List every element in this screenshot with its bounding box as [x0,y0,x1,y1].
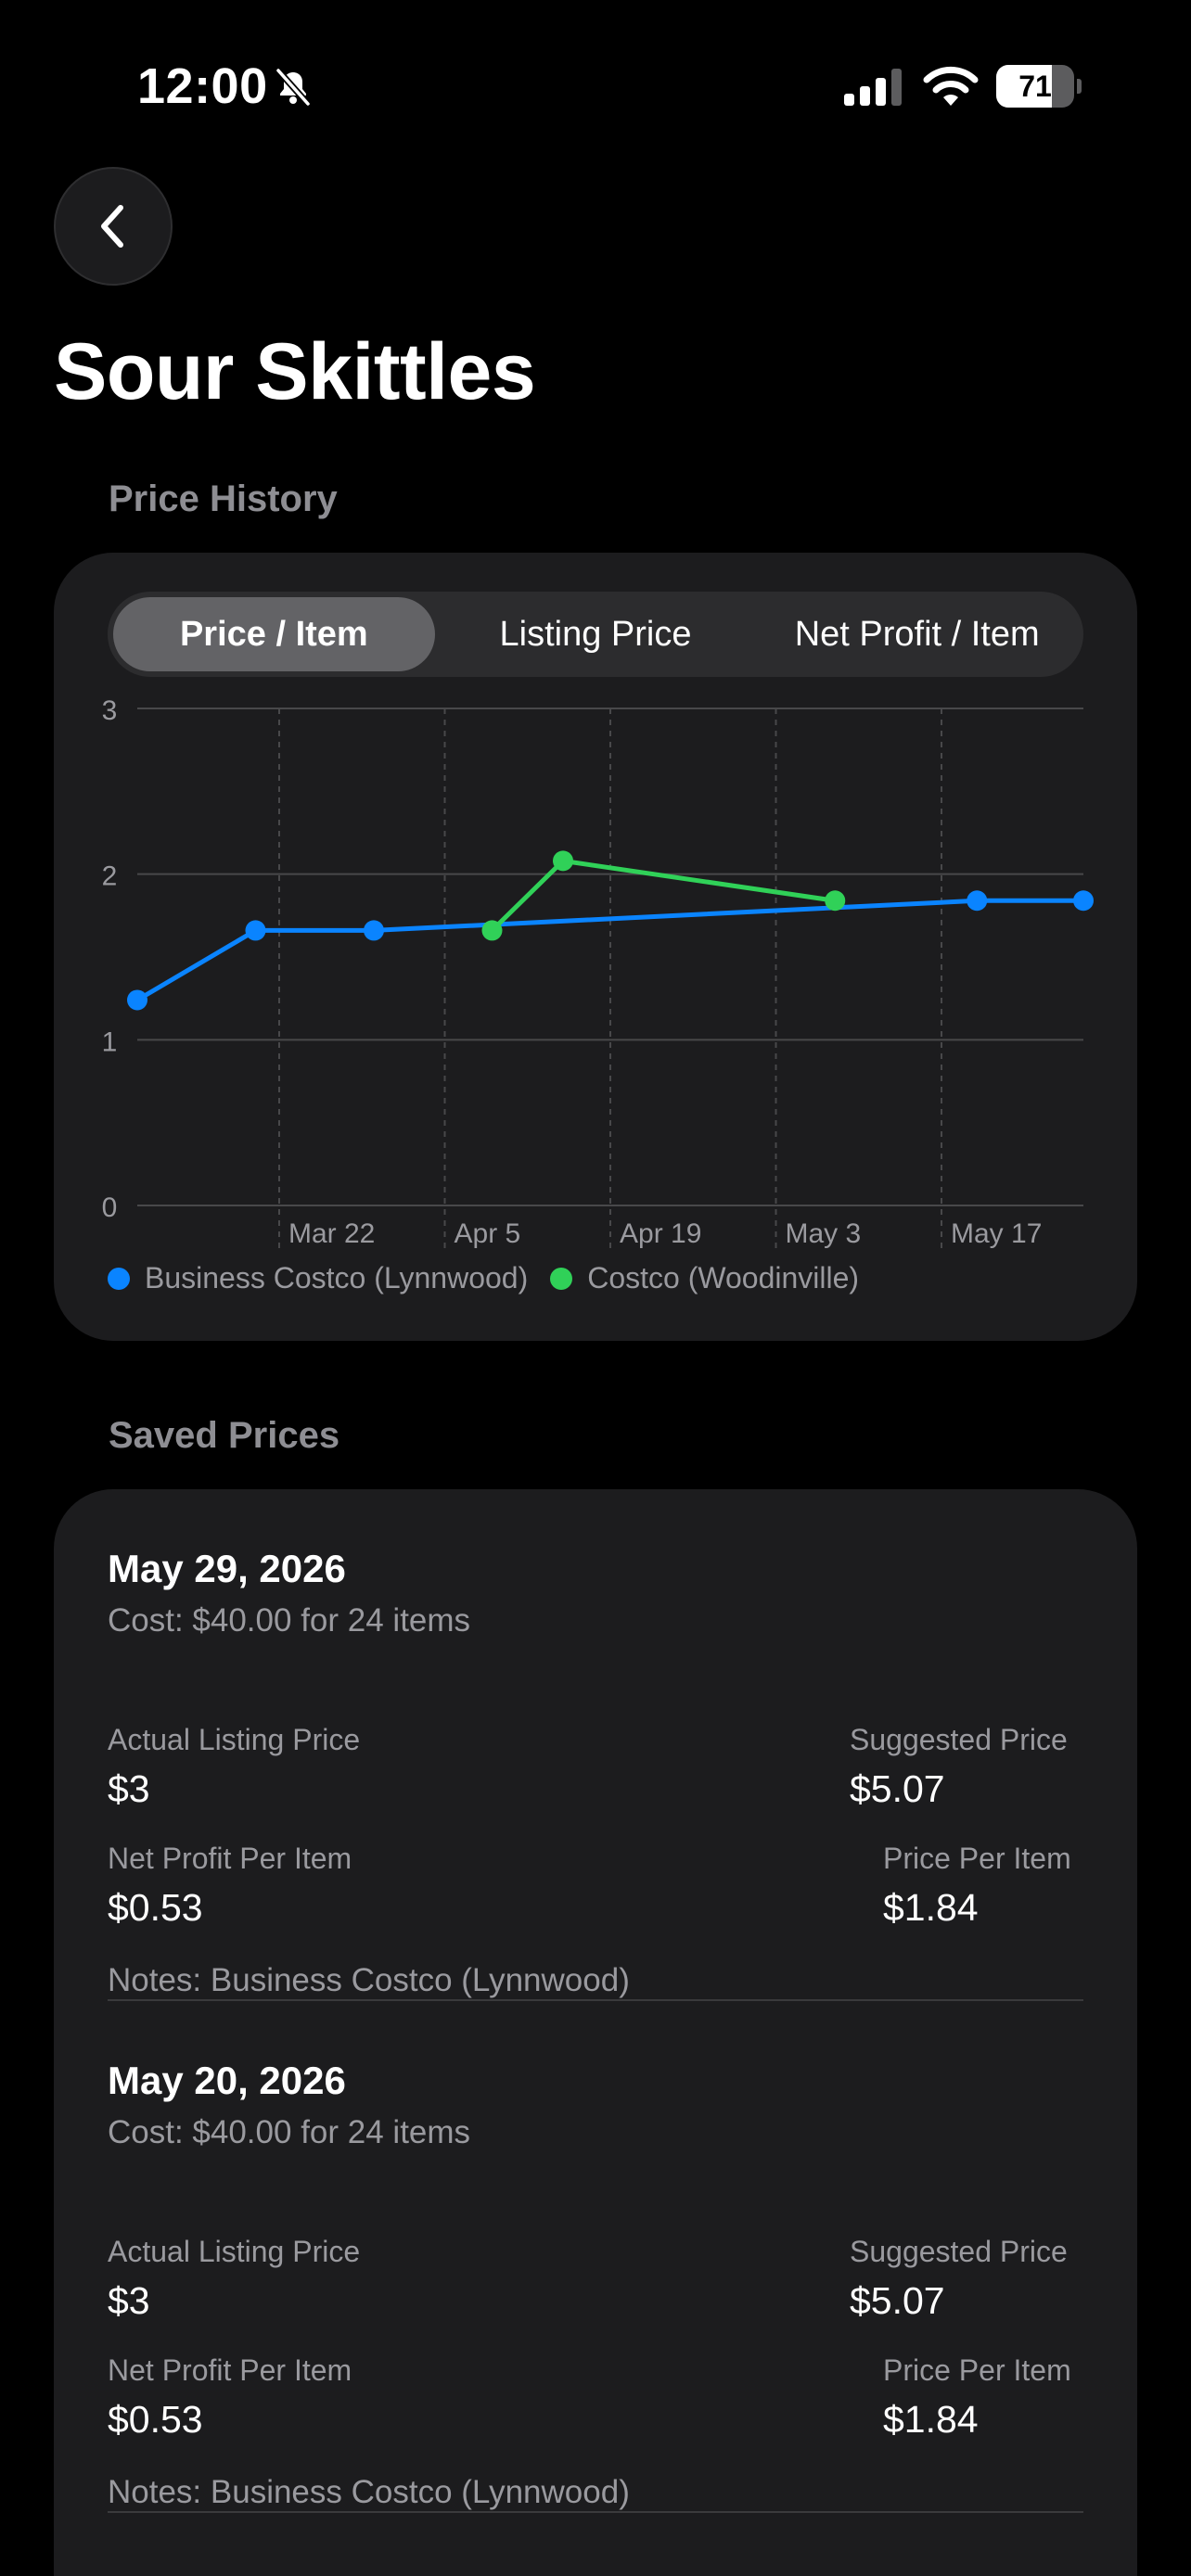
y-tick-label: 2 [102,861,118,892]
cellular-signal-icon [844,69,902,106]
suggested-price-value: $5.07 [850,2279,945,2322]
net-profit-label: Net Profit Per Item [108,2353,352,2387]
data-point [364,920,384,941]
actual-listing-price-label: Actual Listing Price [108,1723,361,1756]
data-point [245,920,266,941]
series-line-0 [134,898,1086,1002]
price-per-item-label: Price Per Item [883,2353,1071,2387]
entry-divider [108,2511,1083,2513]
entry-date: May 20, 2026 [108,2059,346,2102]
data-point [967,890,988,912]
price-history-card: Price / Item Listing Price Net Profit / … [54,553,1137,1341]
x-tick-label: May 3 [786,1218,862,1249]
x-tick-label: Apr 5 [455,1218,521,1249]
actual-listing-price-label: Actual Listing Price [108,2235,361,2268]
actual-listing-price-value: $3 [108,1767,150,1810]
wifi-icon [923,66,979,106]
y-tick-label: 1 [102,1027,118,1057]
legend-dot-green [550,1267,573,1290]
legend-item-woodinville: Costco (Woodinville) [550,1261,859,1295]
status-time: 12:00 [137,58,268,114]
entry-cost: Cost: $40.00 for 24 items [108,2114,471,2150]
saved-price-entry[interactable]: May 29, 2026 Cost: $40.00 for 24 items A… [108,1547,1083,2010]
battery-percentage: 71 [1018,70,1052,103]
net-profit-value: $0.53 [108,2398,203,2441]
battery-body: 71 [996,65,1074,108]
back-button[interactable] [54,167,173,286]
data-point [127,989,147,1011]
suggested-price-label: Suggested Price [850,2235,1068,2268]
screen: 12:00 71 Sour Skittles Price History Pri… [0,0,1191,2576]
chart-legend: Business Costco (Lynnwood) Costco (Woodi… [108,1261,881,1295]
price-history-chart: 0 1 2 3 Mar 22 Apr 5 Apr 19 May 3 May 17 [102,695,1094,1252]
price-per-item-label: Price Per Item [883,1842,1071,1875]
legend-dot-blue [108,1267,130,1290]
x-tick-label: Apr 19 [620,1218,701,1249]
saved-prices-label: Saved Prices [109,1415,340,1456]
data-point [481,920,503,941]
chevron-left-icon [101,205,123,248]
legend-item-lynnwood: Business Costco (Lynnwood) [108,1261,528,1295]
y-tick-label: 0 [102,1192,118,1223]
x-tick-label: Mar 22 [288,1218,375,1249]
data-point [553,850,573,872]
saved-prices-card: May 29, 2026 Cost: $40.00 for 24 items A… [54,1489,1137,2576]
entry-divider [108,1999,1083,2001]
net-profit-value: $0.53 [108,1886,203,1929]
battery-nub [1077,79,1082,94]
suggested-price-label: Suggested Price [850,1723,1068,1756]
entry-notes: Notes: Business Costco (Lynnwood) [108,1962,630,1998]
suggested-price-value: $5.07 [850,1767,945,1810]
y-tick-label: 3 [102,695,118,726]
x-tick-label: May 17 [951,1218,1042,1249]
page-title: Sour Skittles [54,327,536,416]
price-per-item-value: $1.84 [883,2398,979,2441]
entry-date: May 29, 2026 [108,1547,346,1590]
legend-label-woodinville: Costco (Woodinville) [587,1261,860,1294]
battery-icon: 71 [996,65,1082,108]
status-bar: 12:00 71 [0,0,1191,167]
bell-slash-icon [275,68,311,107]
price-per-item-value: $1.84 [883,1886,979,1929]
price-history-label: Price History [109,478,338,519]
saved-price-entry[interactable]: May 20, 2026 Cost: $40.00 for 24 items A… [108,2059,1083,2522]
entry-notes: Notes: Business Costco (Lynnwood) [108,2474,630,2510]
data-point [825,890,846,912]
legend-label-lynnwood: Business Costco (Lynnwood) [145,1261,529,1294]
data-point [1073,890,1094,912]
actual-listing-price-value: $3 [108,2279,150,2322]
net-profit-label: Net Profit Per Item [108,1842,352,1875]
entry-cost: Cost: $40.00 for 24 items [108,1602,471,1639]
